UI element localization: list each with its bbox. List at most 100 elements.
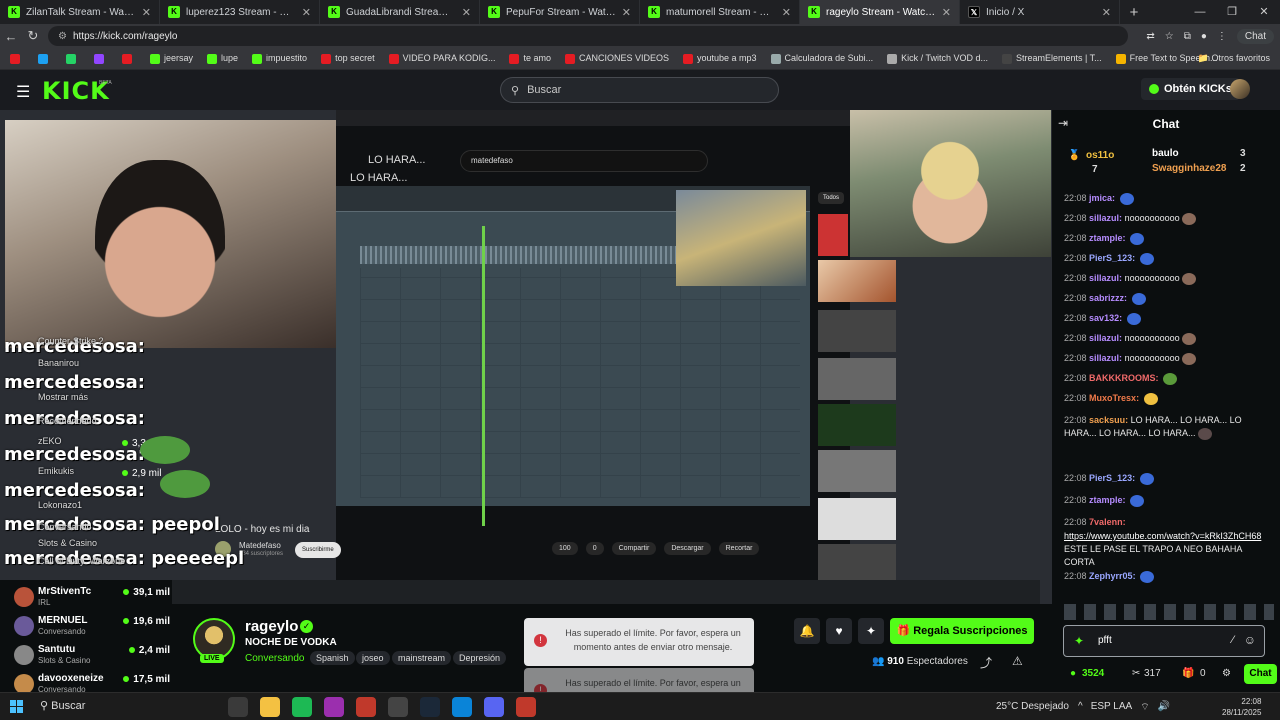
bookmark-item[interactable]: top secret (321, 53, 375, 64)
bookmark-item[interactable] (122, 53, 136, 64)
menu-icon[interactable]: ⋮ (1217, 31, 1227, 42)
streamer-name[interactable]: rageylo (245, 618, 298, 635)
tab-close-icon[interactable]: ✕ (622, 6, 631, 19)
profile-avatar[interactable]: ● (1201, 31, 1207, 42)
message-username[interactable]: sillazul: (1089, 273, 1122, 283)
tab-close-icon[interactable]: ✕ (462, 6, 471, 19)
browser-tab[interactable]: Kluperez123 Stream - Watch L ✕ (160, 0, 320, 24)
browser-tab[interactable]: Kmatumorell Stream - Watch ✕ (640, 0, 800, 24)
message-username[interactable]: sillazul: (1089, 333, 1122, 343)
bookmark-item[interactable]: impuestito (252, 53, 307, 64)
close-window-icon[interactable]: ✕ (1248, 0, 1280, 24)
bookmark-item[interactable]: Kick / Twitch VOD d... (887, 53, 988, 64)
bookmark-item[interactable]: jeersay (150, 53, 193, 64)
gift-subs-button[interactable]: 🎁 Regala Suscripciones (890, 618, 1034, 644)
message-username[interactable]: ztample: (1089, 233, 1126, 243)
translate-icon[interactable]: ⇄ (1146, 31, 1154, 42)
message-username[interactable]: BAKKKROOMS: (1089, 373, 1159, 383)
steam-icon[interactable] (420, 697, 440, 717)
sparkle-icon[interactable]: ✦ (1074, 634, 1084, 648)
back-icon[interactable]: ← (0, 29, 22, 44)
browser-tab[interactable]: K PepuFor Stream - Watch Live ✕ (480, 0, 640, 24)
bookmark-item[interactable]: lupe (207, 53, 238, 64)
maximize-icon[interactable]: ❐ (1216, 0, 1248, 24)
tag-mainstream[interactable]: mainstream (392, 651, 452, 665)
tag-joseo[interactable]: joseo (356, 651, 390, 665)
message-username[interactable]: sillazul: (1089, 353, 1122, 363)
bookmark-item[interactable] (66, 53, 80, 64)
tab-close-icon[interactable]: ✕ (142, 6, 151, 19)
taskbar-clock[interactable]: 22:08 28/11/2025 (1222, 696, 1261, 718)
leader-2-name[interactable]: baulo (1152, 148, 1179, 159)
vegas-icon[interactable] (356, 697, 376, 717)
tab-close-icon[interactable]: ✕ (302, 6, 311, 19)
bookmark-item[interactable]: te amo (509, 53, 551, 64)
browser-tab[interactable]: 𝕏 Inicio / X ✕ (960, 0, 1120, 24)
message-username[interactable]: PierS_123: (1089, 253, 1135, 263)
leader-3-name[interactable]: Swagginhaze28 (1152, 163, 1226, 174)
hamburger-menu-icon[interactable]: ☰ (16, 82, 30, 102)
bookmark-star-icon[interactable]: ☆ (1165, 31, 1174, 42)
chat-send-button[interactable]: Chat (1244, 664, 1277, 684)
message-username[interactable]: Zephyrr05: (1089, 571, 1136, 581)
bookmark-item[interactable] (10, 53, 24, 64)
clip-icon[interactable]: ✦ (858, 618, 884, 644)
message-username[interactable]: MuxoTresx: (1089, 393, 1139, 403)
new-tab-button[interactable]: + (1120, 4, 1148, 21)
get-kicks-button[interactable]: Obtén KICKs (1141, 78, 1240, 100)
app-icon-c[interactable] (324, 697, 344, 717)
message-username[interactable]: 7valenn: (1089, 517, 1126, 527)
stream-category[interactable]: Conversando (245, 653, 304, 664)
tag-depresion[interactable]: Depresión (453, 651, 507, 665)
chat-settings-icon[interactable]: ⚙ (1222, 668, 1231, 679)
message-username[interactable]: ztample: (1089, 495, 1126, 505)
file-explorer-icon[interactable] (260, 697, 280, 717)
live-channel-row[interactable]: Santutu Slots & Casino 2,4 mil (10, 642, 170, 670)
message-link[interactable]: https://www.youtube.com/watch?v=kRkI3ZhC… (1064, 531, 1261, 541)
chat-input[interactable]: ✦ pfft ⁄ ☺ (1063, 625, 1265, 657)
emoji-icon[interactable]: ☺ (1244, 633, 1256, 647)
message-username[interactable]: sav132: (1089, 313, 1122, 323)
windows-start-icon[interactable] (10, 700, 23, 713)
tab-close-icon[interactable]: ✕ (1102, 6, 1111, 19)
spotify-icon[interactable] (292, 697, 312, 717)
bookmark-item[interactable] (94, 53, 108, 64)
bookmark-item[interactable]: Calculadora de Subi... (770, 53, 873, 64)
bookmark-item[interactable]: VIDEO PARA KODIG... (388, 53, 495, 64)
chrome-icon[interactable] (516, 697, 536, 717)
tag-spanish[interactable]: Spanish (310, 651, 355, 665)
site-info-icon[interactable]: ⚙ (58, 31, 67, 42)
browser-tab[interactable]: K ZilanTalk Stream - Watch Live ✕ (0, 0, 160, 24)
edge-icon[interactable] (452, 697, 472, 717)
leader-1-name[interactable]: os11o (1086, 150, 1114, 161)
bookmark-item[interactable]: StreamElements | T... (1001, 53, 1102, 64)
report-icon[interactable]: ⚠ (1012, 654, 1023, 668)
video-player[interactable]: LO HARA... LO HARA... matedefaso Todos L… (0, 110, 1052, 604)
tray-lang[interactable]: ESP LAA (1091, 701, 1133, 714)
message-username[interactable]: sillazul: (1089, 213, 1122, 223)
task-view-icon[interactable] (228, 697, 248, 717)
reload-icon[interactable]: ↻ (22, 28, 44, 44)
search-input[interactable]: ⚲ Buscar (500, 77, 779, 103)
user-avatar[interactable] (1230, 79, 1250, 99)
live-channel-row[interactable]: MERNUEL Conversando 19,6 mil (10, 613, 170, 641)
bookmark-item[interactable]: youtube a mp3 (683, 53, 757, 64)
tab-close-icon[interactable]: ✕ (782, 6, 791, 19)
browser-tab[interactable]: Krageylo Stream - Watch Live ✕ (800, 0, 960, 24)
message-username[interactable]: sabrizzz: (1089, 293, 1127, 303)
browser-chat-button[interactable]: Chat (1236, 28, 1274, 44)
follow-heart-icon[interactable]: ♥ (826, 618, 852, 644)
notification-bell-icon[interactable]: 🔔 (794, 618, 820, 644)
message-username[interactable]: PierS_123: (1089, 473, 1135, 483)
command-icon[interactable]: ⁄ (1232, 634, 1234, 646)
app-icon-epic[interactable] (388, 697, 408, 717)
emote-bar[interactable] (1064, 604, 1274, 620)
extensions-icon[interactable]: ⧉ (1184, 31, 1191, 42)
share-icon[interactable]: ⤴ (980, 654, 992, 671)
other-bookmarks[interactable]: 📁 Otros favoritos (1198, 53, 1270, 64)
minimize-icon[interactable]: — (1184, 0, 1216, 24)
tray-chevron-icon[interactable]: ^ (1078, 701, 1083, 714)
taskbar-search[interactable]: ⚲ Buscar (40, 699, 85, 712)
message-username[interactable]: sacksuu: (1089, 415, 1128, 425)
taskbar-weather[interactable]: 25°C Despejado (996, 701, 1069, 712)
